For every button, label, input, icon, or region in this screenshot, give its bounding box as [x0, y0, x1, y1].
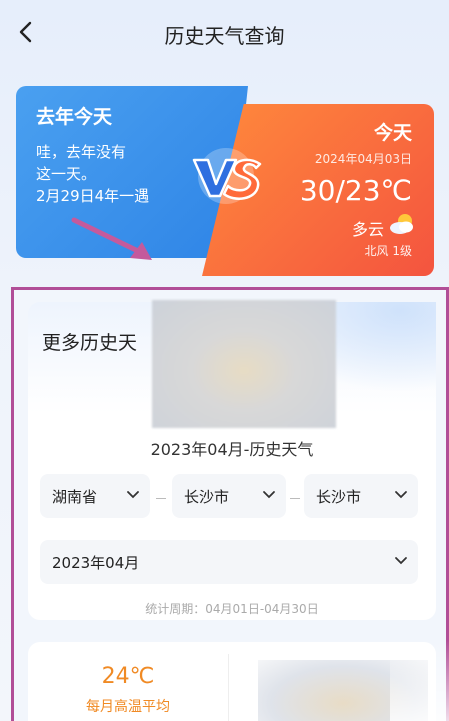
avg-high-stat[interactable]: 24℃ 每月高温平均 [28, 642, 228, 721]
avg-high-label: 每月高温平均 [86, 699, 170, 715]
today-wind: 北风 1级 [364, 244, 412, 258]
header: 历史天气查询 [0, 0, 449, 66]
district-value: 长沙市 [316, 487, 362, 506]
history-month-label: 2023年04月-历史天气 [150, 440, 314, 459]
chevron-down-icon [395, 491, 407, 499]
today-temperature: 30/23℃ [299, 174, 412, 207]
more-history-panel: 更多历史天 2023年04月-历史天气 湖南省 长沙市 长沙市 2023年04月… [11, 287, 449, 721]
separator-dash [290, 498, 300, 499]
arrow-pointer-icon [71, 217, 152, 260]
vs-icon [192, 148, 262, 204]
more-history-title: 更多历史天 [42, 332, 138, 354]
page-title: 历史天气查询 [164, 24, 285, 48]
last-year-title: 去年今天 [36, 106, 113, 128]
chevron-down-icon [263, 491, 275, 499]
district-select[interactable]: 长沙市 [304, 474, 418, 518]
province-value: 湖南省 [52, 487, 98, 506]
separator-dash [156, 498, 166, 499]
compare-card: 去年今天 哇，去年没有 这一天。 2月29日4年一遇 今天 2024年04月03… [16, 86, 434, 276]
history-card: 更多历史天 2023年04月-历史天气 湖南省 长沙市 长沙市 2023年04月… [28, 300, 436, 620]
avg-high-temp: 24℃ [101, 664, 155, 689]
province-select[interactable]: 湖南省 [40, 474, 150, 518]
summary-card: 24℃ 每月高温平均 [28, 642, 436, 721]
blurred-image [152, 300, 336, 428]
corner-fade [390, 640, 449, 721]
city-value: 长沙市 [184, 487, 230, 506]
chevron-down-icon [395, 557, 407, 565]
today-title: 今天 [373, 122, 412, 144]
month-select[interactable]: 2023年04月 [40, 540, 418, 584]
partly-cloudy-icon [390, 214, 413, 234]
city-select[interactable]: 长沙市 [172, 474, 286, 518]
stat-divider [228, 654, 229, 721]
today-condition: 多云 [351, 220, 384, 239]
stat-period: 统计周期：04月01日-04月30日 [145, 602, 319, 616]
today-date: 2024年04月03日 [314, 152, 412, 166]
month-value: 2023年04月 [52, 553, 140, 572]
chevron-down-icon [127, 491, 139, 499]
